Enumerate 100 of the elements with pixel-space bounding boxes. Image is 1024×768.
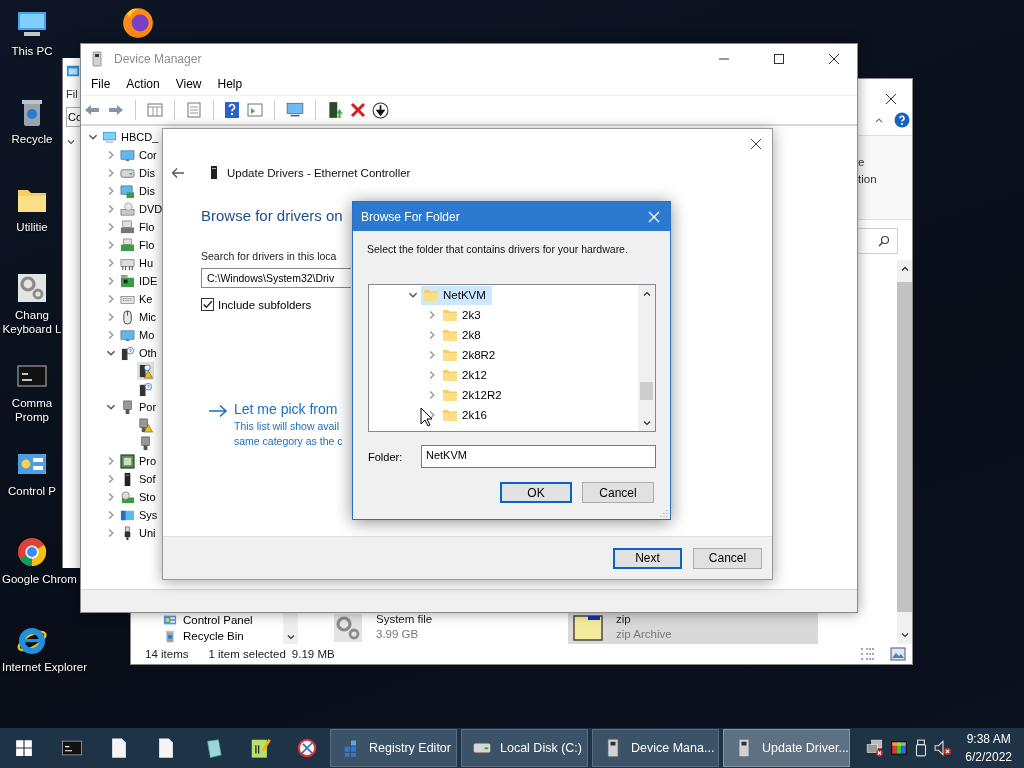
scrollbar[interactable] xyxy=(638,285,655,431)
cross-icon[interactable] xyxy=(350,102,366,118)
menu-item[interactable]: Help xyxy=(209,77,251,91)
close-icon[interactable] xyxy=(750,138,762,150)
tree-item[interactable]: 2k8R2 xyxy=(440,345,502,365)
network-error-icon[interactable] xyxy=(866,739,885,757)
dialog-button[interactable]: OK xyxy=(500,482,572,503)
dialog-button[interactable]: Next xyxy=(613,547,682,569)
list-entry[interactable]: zip zip Archive xyxy=(568,612,818,644)
tree-item[interactable]: Por xyxy=(119,398,158,416)
help-icon[interactable] xyxy=(224,101,240,119)
path-field[interactable]: C:\Windows\System32\Driv xyxy=(201,268,351,288)
tree-item[interactable]: DVD xyxy=(119,200,164,218)
scissors-icon xyxy=(295,737,318,759)
back-arrow-icon[interactable] xyxy=(171,166,185,179)
nav-item[interactable]: Control Panel xyxy=(163,612,283,628)
plug-icon xyxy=(120,399,135,415)
tree-item[interactable]: Sof xyxy=(119,470,157,488)
scroll-up-icon[interactable] xyxy=(899,264,910,274)
ribbon-label[interactable]: tion xyxy=(858,171,912,188)
menu-item[interactable]: Action xyxy=(118,77,168,91)
tree-item[interactable]: Flo xyxy=(119,218,156,236)
nav-item[interactable]: Recycle Bin xyxy=(163,628,283,644)
clock[interactable]: 9:38 AM 6/2/2022 xyxy=(955,730,1024,766)
taskbar-button[interactable]: Local Disk (C:) xyxy=(461,729,588,767)
list-entry[interactable]: System file 3.99 GB xyxy=(328,612,540,644)
warning-device-icon xyxy=(138,363,153,379)
menu-item[interactable]: Fil xyxy=(66,88,82,100)
dialog-button[interactable]: Cancel xyxy=(693,547,762,569)
scroll-thumb[interactable] xyxy=(640,382,653,400)
status-text: 14 items xyxy=(145,648,189,660)
scrollbar[interactable] xyxy=(897,612,912,644)
tree-item[interactable]: 2k3 xyxy=(440,305,487,325)
color-grid-icon[interactable] xyxy=(890,739,909,757)
close-icon[interactable] xyxy=(885,93,897,105)
folder-icon xyxy=(442,387,458,403)
tree-item[interactable]: Cor xyxy=(119,146,158,164)
tree-item[interactable]: Sys xyxy=(119,506,159,524)
option-link[interactable]: Let me pick from xyxy=(234,401,343,417)
tree-item[interactable]: Oth xyxy=(119,344,158,362)
scroll-down-icon[interactable] xyxy=(285,632,296,642)
menu-item[interactable]: File xyxy=(83,77,119,91)
arrow-right-icon[interactable] xyxy=(208,404,228,418)
tree-item[interactable]: 2k16 xyxy=(440,405,493,425)
tree-item[interactable] xyxy=(137,362,154,380)
preview-view-icon[interactable] xyxy=(890,647,906,661)
folder-tree[interactable]: NetKVM 2k3 2k8 2k8R2 2k12 2k12R2 2k16 xyxy=(368,284,656,432)
terminal-icon xyxy=(60,737,83,759)
tree-item[interactable]: 2k12 xyxy=(440,365,493,385)
folder-field[interactable]: NetKVM xyxy=(421,445,656,468)
desktop-icon-label: Comma Promp xyxy=(10,396,54,424)
display-board-icon xyxy=(120,183,135,199)
status-text: 1 item selected xyxy=(208,648,286,660)
tree-item[interactable]: Flo xyxy=(119,236,156,254)
help-icon[interactable] xyxy=(894,112,910,128)
monitor-icon xyxy=(120,327,135,343)
dialog-button[interactable]: Cancel xyxy=(582,482,654,503)
tree-item[interactable]: Uni xyxy=(119,524,157,542)
chevron-down-icon[interactable] xyxy=(66,137,76,147)
tree-item[interactable]: Sto xyxy=(119,488,157,506)
tree-item[interactable]: IDE xyxy=(119,272,159,290)
taskbar-button[interactable]: Device Mana... xyxy=(592,729,719,767)
speaker-muted-icon[interactable] xyxy=(934,739,953,757)
gears-icon[interactable] xyxy=(16,272,48,304)
tree-item[interactable]: NetKVM xyxy=(421,285,492,305)
tree-item[interactable]: HBCD_ xyxy=(101,128,160,146)
checkbox[interactable] xyxy=(201,298,214,311)
resize-grip-icon[interactable] xyxy=(660,509,668,517)
taskbar-button[interactable]: Registry Editor xyxy=(330,729,457,767)
monitor-icon[interactable] xyxy=(285,101,305,119)
menu-item[interactable]: View xyxy=(167,77,210,91)
download-circle-icon[interactable] xyxy=(372,101,389,119)
storage-icon xyxy=(120,489,135,505)
scroll-down-icon[interactable] xyxy=(899,630,910,640)
back-arrow-icon[interactable] xyxy=(83,102,101,118)
tree-item[interactable]: 2k8 xyxy=(440,325,487,345)
tree-item[interactable]: Ke xyxy=(119,290,154,308)
forward-arrow-icon[interactable] xyxy=(107,102,125,118)
tree-item[interactable]: Mic xyxy=(119,308,158,326)
tree-item[interactable]: Hu xyxy=(119,254,155,272)
trash-bin-icon xyxy=(163,629,177,643)
tree-item[interactable]: 2k12R2 xyxy=(440,385,508,405)
field-label: Search for drivers in this loca xyxy=(201,250,337,262)
field-label: Folder: xyxy=(368,450,404,463)
play-window-icon[interactable] xyxy=(246,102,264,118)
tree-item[interactable]: Pro xyxy=(119,452,158,470)
browser-icon[interactable] xyxy=(121,5,155,39)
device-arrow-icon[interactable] xyxy=(326,101,344,119)
tree-item[interactable]: Dis xyxy=(119,182,156,200)
usb-drive-icon[interactable] xyxy=(914,739,929,757)
scroll-down-icon[interactable] xyxy=(641,418,652,428)
ribbon-label[interactable]: e xyxy=(858,154,912,171)
browser-icon[interactable] xyxy=(16,536,48,568)
tree-item[interactable]: Mo xyxy=(119,326,156,344)
scroll-up-icon[interactable] xyxy=(641,289,652,299)
tree-item[interactable] xyxy=(137,416,154,434)
taskbar-button[interactable]: Update Driver... xyxy=(723,729,850,767)
tree-item[interactable] xyxy=(137,380,154,398)
folder-icon xyxy=(442,407,458,423)
tree-item[interactable]: Dis xyxy=(119,164,156,182)
